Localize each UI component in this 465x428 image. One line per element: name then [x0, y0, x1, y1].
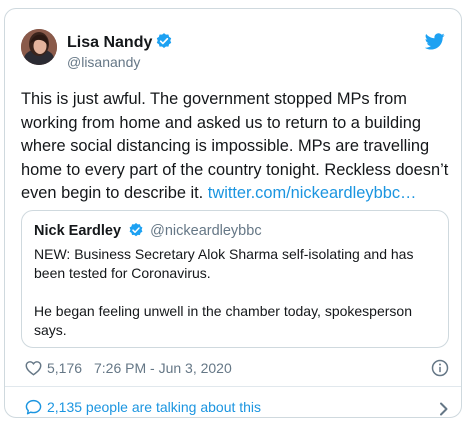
like-count[interactable]: 5,176 — [47, 358, 82, 378]
tweet-header: Lisa Nandy @lisanandy — [21, 29, 449, 81]
quoted-author-handle[interactable]: @nickeardleybbc — [150, 223, 261, 239]
verified-badge-icon — [155, 32, 173, 56]
quoted-body: NEW: Business Secretary Alok Sharma self… — [34, 245, 438, 340]
info-icon[interactable] — [431, 359, 449, 382]
speech-bubble-icon — [25, 399, 42, 421]
talking-about-text[interactable]: 2,135 people are talking about this — [47, 396, 261, 418]
timestamp[interactable]: 7:26 PM - Jun 3, 2020 — [94, 358, 232, 378]
heart-icon[interactable] — [25, 360, 42, 381]
quoted-paragraph: He began feeling unwell in the chamber t… — [34, 303, 412, 338]
quoted-paragraph: NEW: Business Secretary Alok Sharma self… — [34, 246, 414, 281]
quoted-author-name[interactable]: Nick Eardley — [34, 223, 121, 239]
conversation-link[interactable]: 2,135 people are talking about this — [25, 396, 451, 418]
quoted-tweet[interactable]: Nick Eardley @nickeardleybbc NEW: Busine… — [21, 210, 449, 348]
avatar[interactable] — [21, 29, 57, 65]
tweet-meta: 5,176 7:26 PM - Jun 3, 2020 — [25, 358, 451, 378]
author-handle[interactable]: @lisanandy — [67, 53, 140, 71]
tweet-card: Lisa Nandy @lisanandy This is just awful… — [4, 8, 462, 418]
divider — [5, 386, 461, 387]
author-name[interactable]: Lisa Nandy — [67, 34, 152, 51]
chevron-right-icon[interactable] — [439, 400, 449, 422]
verified-badge-icon — [128, 222, 144, 243]
quoted-header: Nick Eardley @nickeardleybbc — [34, 222, 262, 243]
tweet-text: This is just awful. The government stopp… — [21, 88, 449, 206]
twitter-bird-icon[interactable] — [424, 33, 445, 55]
tweet-link[interactable]: twitter.com/nickeardleybbc… — [208, 184, 417, 202]
